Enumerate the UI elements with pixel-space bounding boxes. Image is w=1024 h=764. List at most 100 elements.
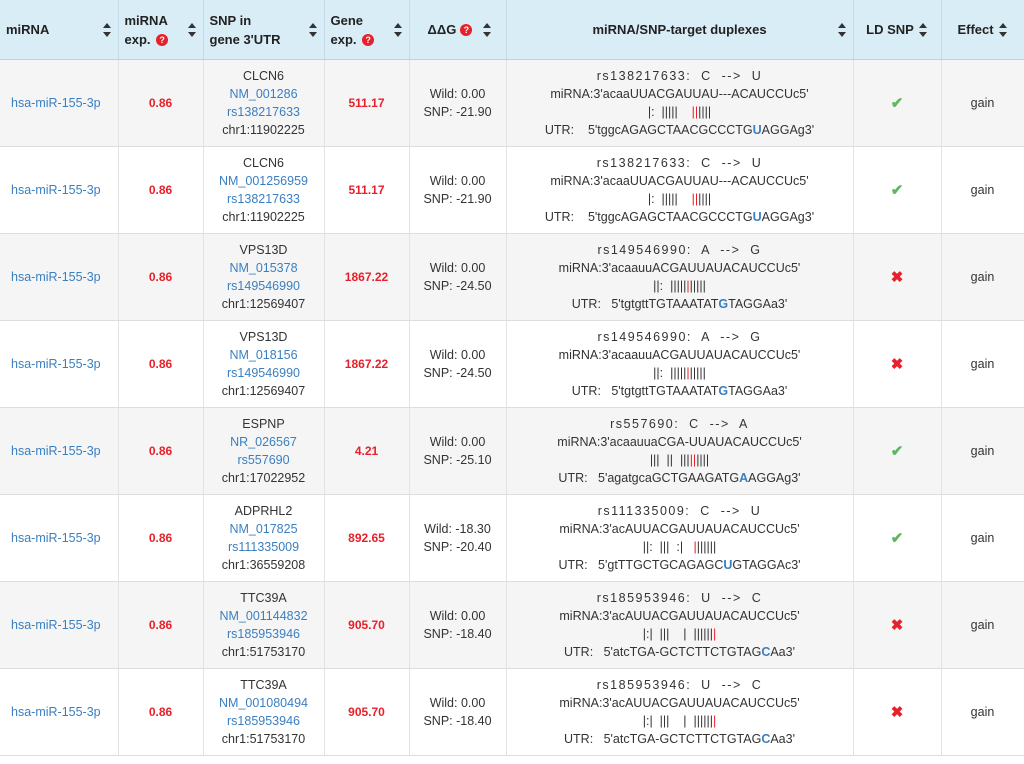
duplex-mirna-line: miRNA:3'acaauuaCGA-UUAUACAUCCUc5' <box>557 435 802 449</box>
mirna-link[interactable]: hsa-miR-155-3p <box>11 96 101 110</box>
transcript-link[interactable]: NM_015378 <box>229 261 297 275</box>
mirna-exp-cell: 0.86 <box>118 59 204 147</box>
snp-link[interactable]: rs138217633 <box>227 105 300 119</box>
gene-exp-value: 511.17 <box>348 183 385 197</box>
sort-icon[interactable] <box>482 22 492 37</box>
wild-dg: Wild: -18.30 <box>424 522 491 536</box>
mirna-cell: hsa-miR-155-3p <box>0 146 119 234</box>
mirna-link[interactable]: hsa-miR-155-3p <box>11 270 101 284</box>
transcript-link[interactable]: NM_017825 <box>229 522 297 536</box>
col-header-gene-exp-label: Gene <box>330 12 364 28</box>
help-icon[interactable]: ? <box>156 34 169 47</box>
sort-icon[interactable] <box>393 22 403 37</box>
utr-seq-start: UTR: 5'tgtgttTGTAAATAT <box>571 297 719 311</box>
col-header-snp-gene[interactable]: SNP in gene 3'UTR <box>203 0 325 60</box>
duplex-snp-line: rs185953946: U --> C <box>596 591 763 605</box>
gene-exp-value: 1867.22 <box>344 270 389 284</box>
mirna-link[interactable]: hsa-miR-155-3p <box>11 444 101 458</box>
check-icon: ✔ <box>890 530 904 547</box>
wild-dg: Wild: 0.00 <box>429 261 486 275</box>
mirna-cell: hsa-miR-155-3p <box>0 233 119 321</box>
gene-exp-value: 905.70 <box>348 618 385 632</box>
col-header-mirna-exp[interactable]: miRNA exp. ? <box>118 0 204 60</box>
snp-link[interactable]: rs138217633 <box>227 192 300 206</box>
gene-name: CLCN6 <box>243 156 284 170</box>
col-header-ddg-label: ΔΔG <box>427 22 457 37</box>
sort-icon[interactable] <box>308 22 318 37</box>
col-header-gene-exp[interactable]: Gene exp. ? <box>324 0 410 60</box>
mirna-link[interactable]: hsa-miR-155-3p <box>11 705 101 719</box>
check-icon: ✔ <box>890 95 904 112</box>
gene-exp-cell: 4.21 <box>324 407 410 495</box>
col-header-mirna[interactable]: miRNA <box>0 0 119 60</box>
snp-link[interactable]: rs149546990 <box>227 279 300 293</box>
effect-cell: gain <box>941 668 1024 756</box>
sort-icon[interactable] <box>102 22 112 37</box>
duplex-snp-line: rs138217633: C --> U <box>596 156 763 170</box>
utr-mutation: G <box>718 384 729 398</box>
utr-mutation: G <box>718 297 729 311</box>
col-header-ld-snp[interactable]: LD SNP <box>853 0 942 60</box>
help-icon[interactable]: ? <box>362 34 375 47</box>
gene-exp-cell: 1867.22 <box>324 320 410 408</box>
mirna-exp-value: 0.86 <box>148 357 173 371</box>
help-icon[interactable]: ? <box>460 23 473 36</box>
snp-link[interactable]: rs185953946 <box>227 714 300 728</box>
duplex-cell: rs149546990: A --> G miRNA:3'acaauuACGAU… <box>506 233 854 321</box>
snp-link[interactable]: rs149546990 <box>227 366 300 380</box>
snp-link[interactable]: rs111335009 <box>228 540 299 554</box>
gene-exp-cell: 511.17 <box>324 59 410 147</box>
duplex-cell: rs185953946: U --> C miRNA:3'acAUUACGAUU… <box>506 668 854 756</box>
col-header-snp-label-2: gene 3'UTR <box>209 31 281 47</box>
snp-dg: SNP: -18.40 <box>423 714 492 728</box>
mirna-cell: hsa-miR-155-3p <box>0 407 119 495</box>
ddg-cell: Wild: 0.00 SNP: -21.90 <box>409 146 507 234</box>
duplex-pair-line: ||: ||||||||||| <box>511 277 849 295</box>
utr-seq-end: TAGGAa3' <box>728 384 788 398</box>
duplex-pair-line: |: ||||| |||||| <box>511 103 849 121</box>
utr-seq-end: AGGAg3' <box>761 210 815 224</box>
utr-seq-start: UTR: 5'agatgcaGCTGAAGATG <box>558 471 740 485</box>
col-header-snp-label: SNP in <box>209 12 252 28</box>
utr-mutation: A <box>739 471 749 485</box>
check-icon: ✔ <box>890 443 904 460</box>
duplex-mirna-line: miRNA:3'acAUUACGAUUAUACAUCCUc5' <box>559 609 800 623</box>
col-header-ddg[interactable]: ΔΔG? <box>409 0 507 60</box>
pair-bars-end: |||| <box>696 453 710 467</box>
mirna-exp-value: 0.86 <box>148 183 173 197</box>
pair-bars: |:| ||| | |||||| <box>642 714 713 728</box>
mirna-link[interactable]: hsa-miR-155-3p <box>11 357 101 371</box>
effect-cell: gain <box>941 59 1024 147</box>
mirna-link[interactable]: hsa-miR-155-3p <box>11 183 101 197</box>
results-table: miRNA miRNA exp. ? SNP in gene 3'UTR Gene e… <box>0 0 1024 756</box>
sort-icon[interactable] <box>837 22 847 37</box>
duplex-pair-line: |:| ||| | ||||||| <box>511 712 849 730</box>
effect-value: gain <box>970 705 995 719</box>
transcript-link[interactable]: NM_001256959 <box>219 174 308 188</box>
pair-bars-end: |||||| <box>696 540 717 554</box>
transcript-link[interactable]: NM_001286 <box>229 87 297 101</box>
duplex-mirna-line: miRNA:3'acaauuACGAUUAUACAUCCUc5' <box>558 261 801 275</box>
sort-icon[interactable] <box>187 22 197 37</box>
gene-exp-cell: 892.65 <box>324 494 410 582</box>
utr-seq-start: UTR: 5'tgtgttTGTAAATAT <box>571 384 719 398</box>
effect-value: gain <box>970 183 995 197</box>
transcript-link[interactable]: NM_018156 <box>229 348 297 362</box>
col-header-mirna-exp-label-2: exp. <box>124 31 151 47</box>
col-header-duplex[interactable]: miRNA/SNP-target duplexes <box>506 0 854 60</box>
col-header-effect[interactable]: Effect <box>941 0 1024 60</box>
gene-exp-cell: 1867.22 <box>324 233 410 321</box>
sort-icon[interactable] <box>918 22 928 37</box>
snp-link[interactable]: rs557690 <box>237 453 289 467</box>
snp-link[interactable]: rs185953946 <box>227 627 300 641</box>
mirna-exp-value: 0.86 <box>148 444 173 458</box>
transcript-link[interactable]: NM_001080494 <box>219 696 308 710</box>
transcript-link[interactable]: NM_001144832 <box>219 609 307 623</box>
header-row: miRNA miRNA exp. ? SNP in gene 3'UTR Gene e… <box>0 0 1024 60</box>
transcript-link[interactable]: NR_026567 <box>230 435 297 449</box>
sort-icon[interactable] <box>998 22 1008 37</box>
mirna-link[interactable]: hsa-miR-155-3p <box>11 618 101 632</box>
pair-bars: |: ||||| <box>647 105 692 119</box>
mirna-link[interactable]: hsa-miR-155-3p <box>11 531 101 545</box>
gene-name: VPS13D <box>239 243 288 257</box>
